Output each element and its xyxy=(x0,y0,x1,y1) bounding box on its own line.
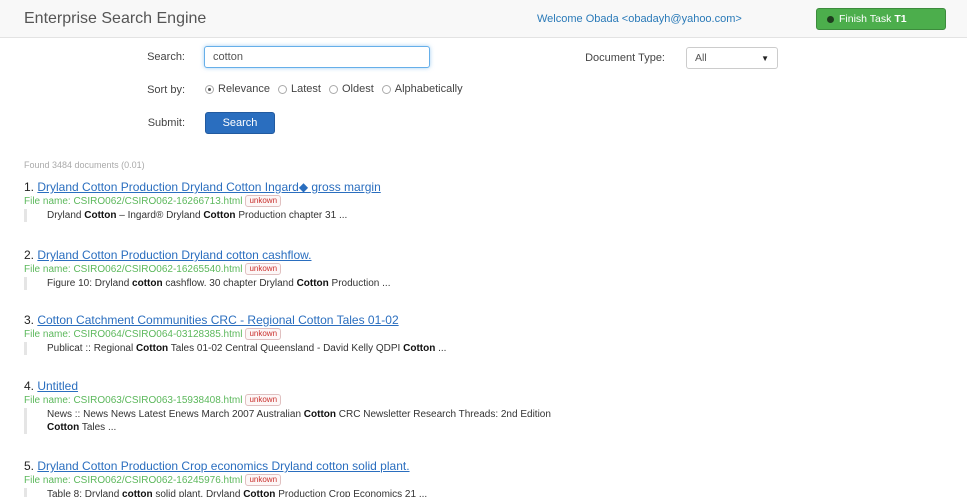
highlight-term: cotton xyxy=(132,278,163,289)
highlight-term: cotton xyxy=(122,489,153,497)
result-title: 3. Cotton Catchment Communities CRC - Re… xyxy=(24,313,944,327)
highlight-term: Cotton xyxy=(296,278,329,289)
result-snippet: Figure 10: Dryland cotton cashflow. 30 c… xyxy=(24,277,944,290)
sort-option-label: Alphabetically xyxy=(394,83,463,95)
result-title: 4. Untitled xyxy=(24,379,944,393)
result-filename: File name: CSIRO063/CSIRO063-15938408.ht… xyxy=(24,394,944,406)
result-link[interactable]: Dryland Cotton Production Crop economics… xyxy=(37,459,409,473)
result-link[interactable]: Cotton Catchment Communities CRC - Regio… xyxy=(37,313,398,327)
document-type-select[interactable]: All ▼ xyxy=(686,47,778,69)
finish-task-button[interactable]: Finish Task T1 xyxy=(816,8,946,30)
radio-button[interactable] xyxy=(328,84,338,94)
document-type-label: Document Type: xyxy=(585,52,665,64)
sort-option-label: Oldest xyxy=(341,83,374,95)
radio-button[interactable] xyxy=(381,84,391,94)
result-number: 4. xyxy=(24,379,38,393)
sort-option-label: Relevance xyxy=(218,83,270,95)
result-snippet: Dryland Cotton – Ingard® Dryland Cotton … xyxy=(24,209,944,222)
result-number: 3. xyxy=(24,313,38,327)
highlight-term: Cotton xyxy=(84,210,117,221)
result-item: 3. Cotton Catchment Communities CRC - Re… xyxy=(24,313,944,355)
highlight-term: Cotton xyxy=(243,489,276,497)
result-snippet: News :: News News Latest Enews March 200… xyxy=(24,408,944,434)
sort-option-latest[interactable]: Latest xyxy=(277,83,321,95)
brand-title[interactable]: Enterprise Search Engine xyxy=(24,10,206,28)
result-number: 1. xyxy=(24,180,38,194)
result-link[interactable]: Dryland Cotton Production Dryland Cotton… xyxy=(37,180,380,194)
top-navbar: Enterprise Search Engine Welcome Obada <… xyxy=(0,0,967,38)
result-link[interactable]: Untitled xyxy=(37,379,78,393)
sort-option-label: Latest xyxy=(290,83,321,95)
record-dot-icon xyxy=(827,15,834,23)
caret-down-icon: ▼ xyxy=(761,53,769,63)
sort-option-oldest[interactable]: Oldest xyxy=(328,83,374,95)
status-badge: unkown xyxy=(245,474,282,486)
sort-by-label: Sort by: xyxy=(147,84,185,96)
radio-button[interactable] xyxy=(277,84,287,94)
highlight-term: Cotton xyxy=(403,343,436,354)
highlight-term: Cotton xyxy=(203,210,236,221)
result-item: 4. Untitled File name: CSIRO063/CSIRO063-… xyxy=(24,379,944,434)
result-filename: File name: CSIRO062/CSIRO062-16266713.ht… xyxy=(24,195,944,207)
result-snippet: Table 8: Dryland cotton solid plant. Dry… xyxy=(24,488,944,497)
status-badge: unkown xyxy=(245,195,282,207)
sort-radio-group: Relevance Latest Oldest Alphabetically xyxy=(205,83,465,95)
result-item: 5. Dryland Cotton Production Crop econom… xyxy=(24,459,944,497)
finish-task-id: T1 xyxy=(894,13,907,25)
result-title: 5. Dryland Cotton Production Crop econom… xyxy=(24,459,944,473)
status-badge: unkown xyxy=(245,394,282,406)
result-number: 2. xyxy=(24,248,38,262)
result-filename: File name: CSIRO062/CSIRO062-16265540.ht… xyxy=(24,263,944,275)
finish-task-label: Finish Task xyxy=(839,13,892,25)
search-label: Search: xyxy=(147,51,185,63)
result-item: 1. Dryland Cotton Production Dryland Cot… xyxy=(24,180,944,222)
highlight-term: Cotton xyxy=(47,422,80,433)
sort-option-relevance[interactable]: Relevance xyxy=(205,83,270,95)
result-filename: File name: CSIRO064/CSIRO064-03128385.ht… xyxy=(24,328,944,340)
submit-label: Submit: xyxy=(147,117,185,129)
result-link[interactable]: Dryland Cotton Production Dryland cotton… xyxy=(37,248,311,262)
filename-text: File name: CSIRO062/CSIRO062-16245976.ht… xyxy=(24,475,243,486)
document-type-value: All xyxy=(695,52,707,64)
result-number: 5. xyxy=(24,459,38,473)
status-badge: unkown xyxy=(245,328,282,340)
radio-button[interactable] xyxy=(205,84,214,94)
result-title: 2. Dryland Cotton Production Dryland cot… xyxy=(24,248,944,262)
highlight-term: Cotton xyxy=(303,409,336,420)
results-count: Found 3484 documents (0.01) xyxy=(24,160,145,170)
filename-text: File name: CSIRO062/CSIRO062-16265540.ht… xyxy=(24,264,243,275)
search-button[interactable]: Search xyxy=(205,112,275,134)
filename-text: File name: CSIRO063/CSIRO063-15938408.ht… xyxy=(24,395,243,406)
sort-option-alphabetically[interactable]: Alphabetically xyxy=(381,83,463,95)
search-input[interactable] xyxy=(204,46,430,68)
result-snippet: Publicat :: Regional Cotton Tales 01-02 … xyxy=(24,342,944,355)
status-badge: unkown xyxy=(245,263,282,275)
result-filename: File name: CSIRO062/CSIRO062-16245976.ht… xyxy=(24,474,944,486)
filename-text: File name: CSIRO064/CSIRO064-03128385.ht… xyxy=(24,329,243,340)
welcome-user-link[interactable]: Welcome Obada <obadayh@yahoo.com> xyxy=(537,13,742,25)
filename-text: File name: CSIRO062/CSIRO062-16266713.ht… xyxy=(24,196,243,207)
highlight-term: Cotton xyxy=(135,343,169,354)
result-title: 1. Dryland Cotton Production Dryland Cot… xyxy=(24,180,944,194)
result-item: 2. Dryland Cotton Production Dryland cot… xyxy=(24,248,944,290)
